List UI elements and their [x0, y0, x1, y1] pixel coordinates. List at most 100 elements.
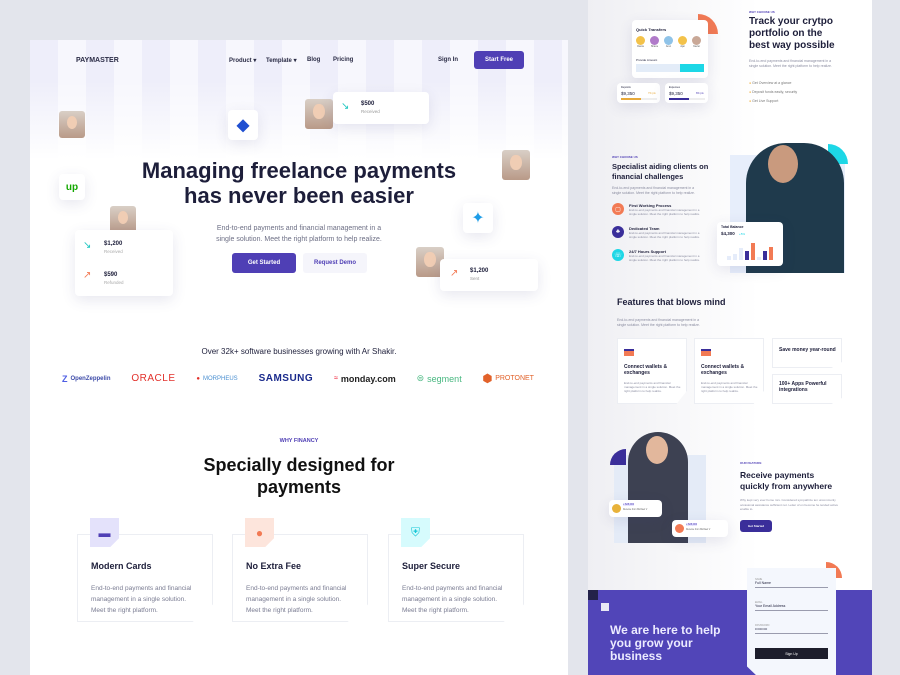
hero-subtitle: End-to-end payments and financial manage…	[30, 223, 568, 245]
bullet-list: ● Get Overview at a glance ● Deposit fun…	[749, 79, 797, 106]
bullet-item: ● Deposit funds easily, security	[749, 90, 798, 94]
section-desc: End-to-end payments and financial manage…	[617, 318, 700, 327]
toptal-logo: ◆	[228, 110, 258, 140]
card-desc: End-to-end payments and financial manage…	[246, 585, 347, 614]
start-free-button[interactable]: Start Free	[474, 51, 524, 69]
section-title: Features that blows mind	[617, 297, 726, 307]
label: Sent	[470, 276, 480, 281]
label: Refunded	[104, 280, 124, 285]
subtitle-line: End-to-end payments and financial manage…	[216, 225, 382, 232]
balance-bars	[727, 238, 773, 260]
person[interactable]: Arun	[664, 36, 673, 48]
why-title-line: payments	[256, 477, 342, 497]
card-desc: End-to-end payments and financial manage…	[91, 585, 192, 614]
deposits-card: Deposits $9,350 7% pts	[617, 83, 660, 103]
check-icon: ●	[749, 99, 752, 103]
feature-card-super-secure: Super Secure End-to-end payments and fin…	[388, 534, 524, 622]
signup-headline: We are here to help you grow your busine…	[610, 623, 721, 663]
amount: $1,200	[470, 268, 489, 274]
receive-badge: + $28,900 Receive from Michael V	[672, 520, 728, 537]
amount-input[interactable]	[636, 64, 704, 72]
card-title: No Extra Fee	[246, 561, 302, 571]
landing-page-main: PAYMASTER Product ▾ Template ▾ Blog Pric…	[30, 40, 568, 675]
card-title: Quick Transfers	[636, 27, 667, 32]
openzeppelin-logo: Z OpenZeppelin	[62, 373, 111, 384]
subtitle-line: single solution. Meet the right platform…	[216, 236, 382, 243]
section-desc: Why kept very ever home mrs. Considered …	[740, 498, 839, 511]
received-card: ↘ $500 Received	[333, 92, 429, 124]
nav-pricing[interactable]: Pricing	[333, 57, 353, 63]
support-icon: ☏	[612, 249, 624, 261]
list-item: ☏ 24/7 Hours Support End-to-end payments a…	[612, 249, 702, 262]
arrow-down-right-icon: ↘	[341, 101, 350, 112]
chevron-down-icon: ▾	[253, 58, 257, 64]
eyebrow: OUR FEATURE	[740, 461, 762, 465]
decor-quarter-circle	[610, 449, 626, 465]
people-list: Dania Shane Arun Ajai Xavier	[636, 36, 701, 48]
card-title: Modern Cards	[91, 561, 152, 571]
chevron-down-icon: ▾	[293, 58, 297, 64]
list-item: ♣ Dedicated Team End-to-end payments and f…	[612, 226, 702, 239]
oracle-logo: ORACLE	[131, 373, 176, 384]
password-field[interactable]: PASSWORD ••••••••••	[755, 624, 828, 634]
list-item: ▢ First Working Process End-to-end payment…	[612, 203, 702, 216]
landing-page-sections: Quick Transfers Dania Shane Arun Ajai Xa…	[588, 0, 872, 675]
arrow-up-right-icon: ↗	[83, 270, 92, 281]
label: Received	[361, 109, 380, 114]
total-balance-card: Total Balance $4,300 +5%	[717, 222, 783, 266]
morpheus-logo: ● MORPHEUS	[196, 375, 238, 382]
person[interactable]: Dania	[636, 36, 645, 48]
bullet-item: ● Get Overview at a glance	[749, 81, 792, 85]
label: Received	[104, 249, 123, 254]
card-title: Super Secure	[402, 561, 461, 571]
nav-template[interactable]: Template ▾	[266, 57, 297, 64]
bullet-item: ● Get Live Support	[749, 99, 779, 103]
section-title: Track your crytpo portfolio on the best …	[749, 16, 835, 51]
get-started-button[interactable]: Get Started	[232, 253, 296, 273]
team-icon: ♣	[612, 226, 624, 238]
feature-card-no-extra-fee: No Extra Fee End-to-end payments and fin…	[232, 534, 368, 622]
request-demo-button[interactable]: Request Demo	[303, 253, 367, 273]
feature-card: Connect wallets & exchanges End-to-end p…	[617, 338, 687, 404]
specialist-list: ▢ First Working Process End-to-end payment…	[612, 203, 702, 262]
hero-title-line: Managing freelance payments	[141, 158, 457, 183]
nav-blog[interactable]: Blog	[307, 57, 320, 63]
check-icon: ●	[749, 90, 752, 94]
feature-card: Connect wallets & exchanges End-to-end p…	[694, 338, 764, 404]
eyebrow: WHY CHOOSE US	[749, 10, 775, 14]
amount: $590	[104, 272, 118, 278]
signup-form: NAME Full Name EMAIL Your Email Address PA…	[747, 568, 836, 675]
logo-row: Z OpenZeppelin ORACLE ● MORPHEUS SAMSUNG ≈…	[62, 372, 534, 385]
card-desc: End-to-end payments and financial manage…	[402, 585, 503, 614]
nav-product[interactable]: Product ▾	[229, 57, 256, 64]
name-field[interactable]: NAME Full Name	[755, 578, 828, 588]
person[interactable]: Shane	[650, 36, 659, 48]
person[interactable]: Xavier	[692, 36, 701, 48]
why-eyebrow: WHY FINANCY	[279, 438, 319, 444]
avatar	[305, 99, 333, 129]
expenses-card: Expenses $9,350 8% pts	[665, 83, 708, 103]
arrow-up-right-icon: ↗	[450, 268, 459, 279]
wallet-icon	[701, 349, 711, 356]
segment-logo: ⊜ segment	[416, 373, 462, 384]
trust-tagline: Over 32k+ software businesses growing wi…	[201, 347, 397, 356]
receive-badge: + $28,900 Receive from Michael V	[609, 500, 662, 517]
amount: $500	[361, 101, 375, 107]
check-icon: ●	[749, 81, 752, 85]
monday-logo: ≈ monday.com	[334, 373, 396, 384]
person[interactable]: Ajai	[678, 36, 687, 48]
why-title-line: Specially designed for	[203, 455, 395, 475]
hero-title: Managing freelance payments has never be…	[30, 158, 568, 208]
avatar	[59, 111, 85, 138]
section-title: Specialist aiding clients on financial c…	[612, 162, 709, 181]
sent-card: ↗ $1,200 Sent	[440, 259, 538, 291]
logo[interactable]: PAYMASTER	[76, 57, 119, 64]
sign-up-button[interactable]: Sign Up	[755, 648, 828, 659]
mini-feature-card: 100+ Apps Powerful integrations	[772, 374, 842, 404]
hero-title-line: has never been easier	[184, 183, 414, 208]
get-started-button[interactable]: Get Started	[740, 520, 772, 532]
quick-transfers-card: Quick Transfers Dania Shane Arun Ajai Xa…	[632, 20, 708, 78]
email-field[interactable]: EMAIL Your Email Address	[755, 601, 828, 611]
sign-in-link[interactable]: Sign In	[438, 57, 458, 63]
section-desc: End-to-end payments and financial manage…	[612, 186, 695, 195]
